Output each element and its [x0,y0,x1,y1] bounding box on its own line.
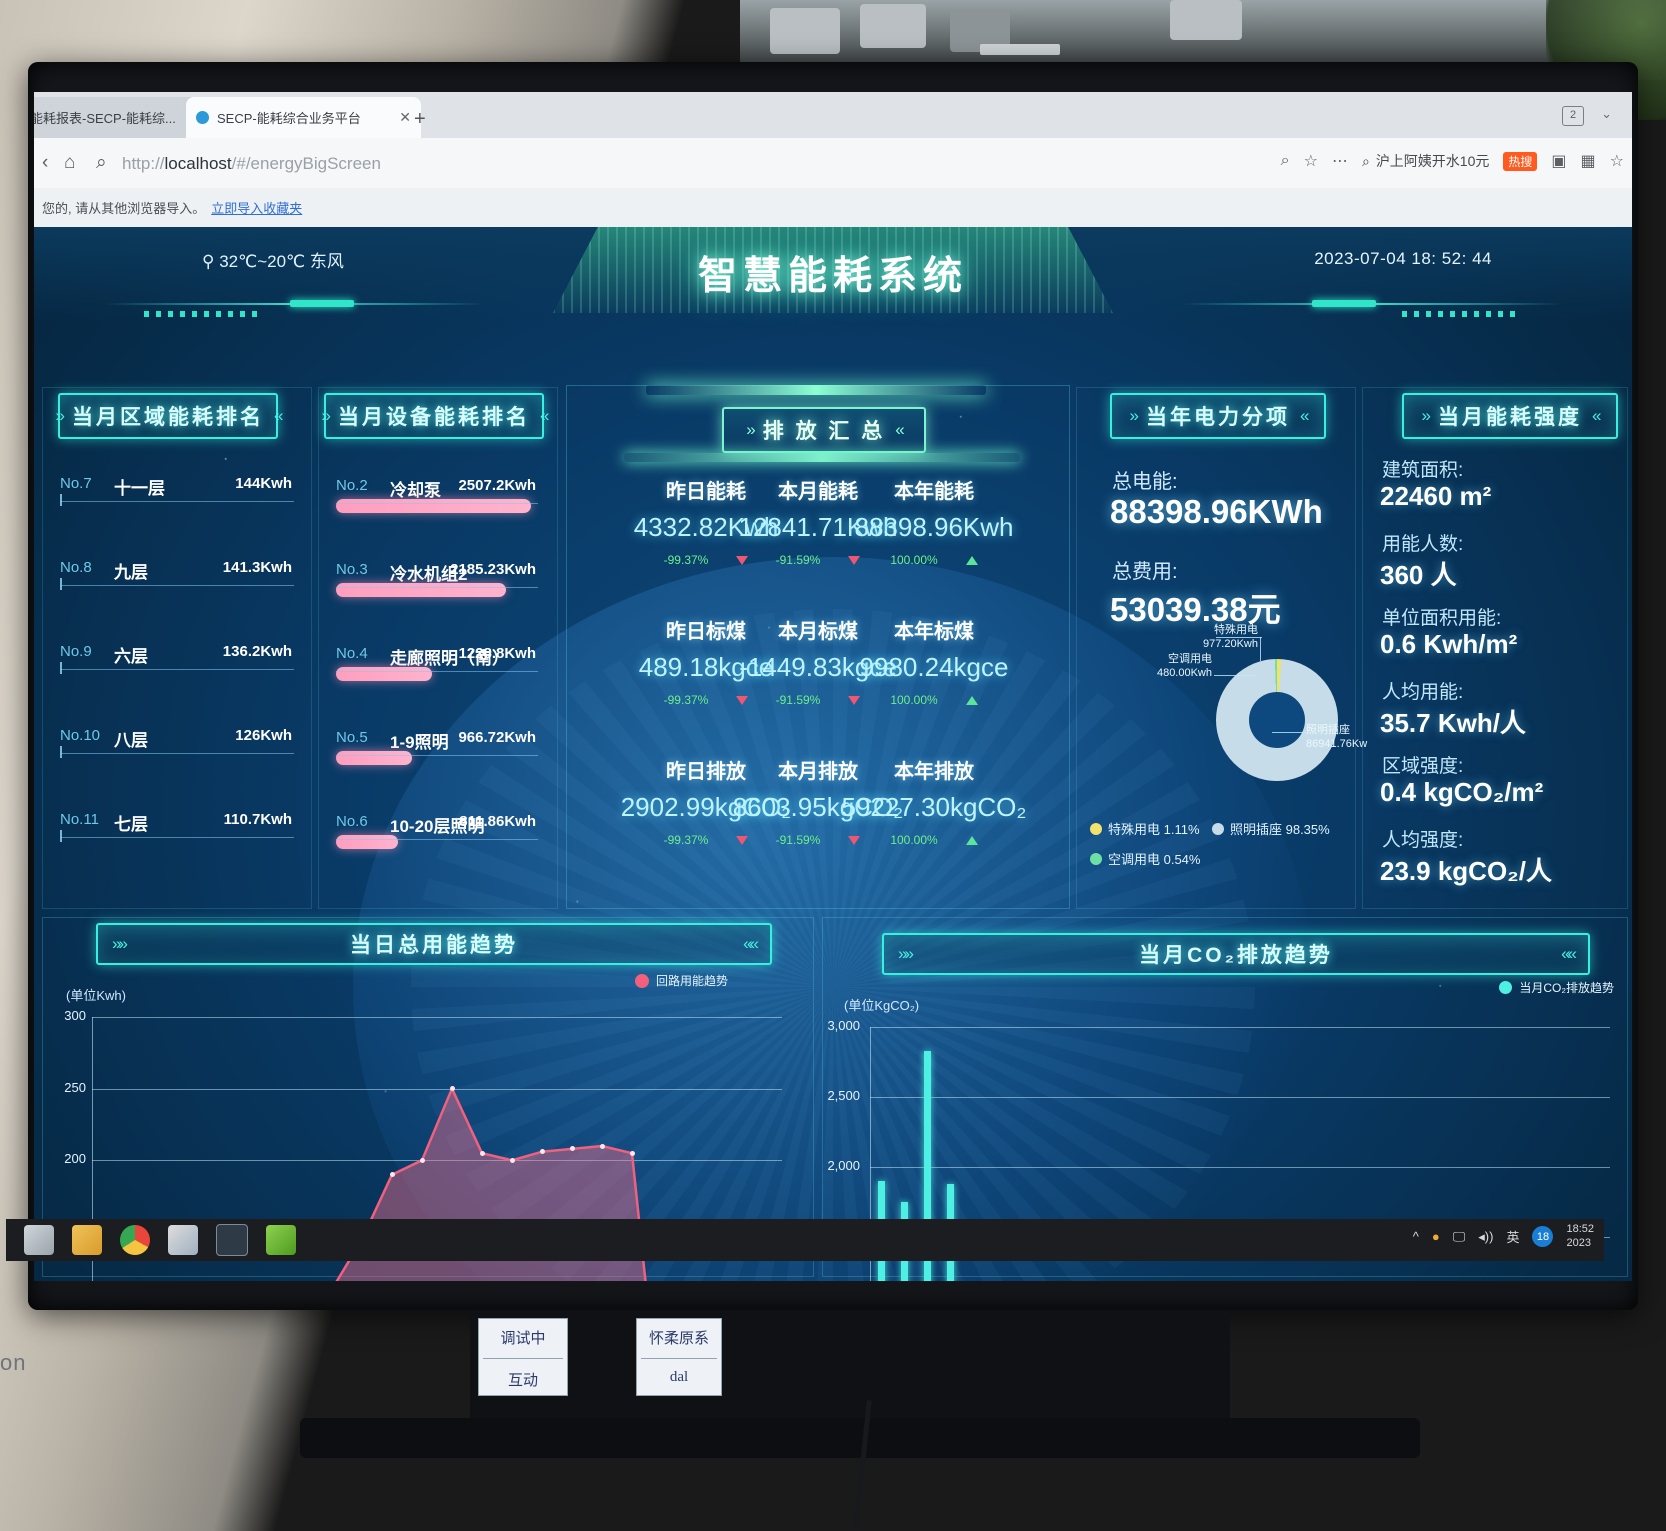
task-view-icon[interactable] [24,1225,54,1255]
home-icon[interactable]: ⌂ [64,152,75,174]
system-tray: ^ ● 🖵 ◂)) 英 18 18:52 2023 [1413,1223,1594,1251]
water-drop-icon [196,111,209,124]
browser-tab-title: SECP-能耗综合业务平台 [217,111,361,126]
browser-tab-title: 热水能耗报表-SECP-能耗综... [34,111,176,126]
y-axis-tick: 2,500 [827,1088,860,1103]
monitor-brand: on [0,1350,27,1375]
monitor-stand [470,1310,1230,1430]
terminal-icon[interactable] [216,1224,248,1256]
new-tab-button[interactable]: + [414,108,426,131]
url-path: /#/energyBigScreen [231,154,381,173]
gridline [870,1097,1610,1098]
bookmark-star-icon[interactable]: ☆ [1304,151,1318,171]
close-tab-icon[interactable]: ✕ [399,109,411,126]
tray-notification-badge[interactable]: 18 [1532,1226,1554,1248]
hot-badge[interactable]: 热搜 [1503,151,1538,171]
url-host: localhost [164,154,232,173]
monitor-base [300,1418,1420,1458]
app-icon[interactable] [266,1225,296,1255]
browser-tab-active[interactable]: SECP-能耗综合业务平台 ✕ [186,97,421,138]
sidebar-toggle-icon[interactable]: ▣ [1551,151,1566,171]
y-axis-tick: 3,000 [827,1018,860,1033]
photo-scene: 热水能耗报表-SECP-能耗综... ✕ SECP-能耗综合业务平台 ✕ + 2… [0,0,1666,1531]
chevron-down-icon[interactable]: ⌄ [1601,106,1612,122]
search-icon: ⌕ [1361,152,1370,169]
tray-network-icon[interactable]: 🖵 [1453,1229,1466,1245]
sticky-note-2: 怀柔原系 dal [636,1318,722,1396]
favorite-icon[interactable]: ☆ [1610,151,1624,171]
co2-chart: 3,0002,5002,0001,5001,00050000日1日2日3日4日5… [34,227,1632,1281]
sticky-note-2-line2: dal [669,1369,689,1385]
file-explorer-icon[interactable] [72,1225,102,1255]
apps-grid-icon[interactable]: ▦ [1581,151,1596,171]
search-icon: ⌕ [96,152,107,173]
tray-language-indicator[interactable]: 英 [1506,1227,1519,1246]
monitor-bezel: 热水能耗报表-SECP-能耗综... ✕ SECP-能耗综合业务平台 ✕ + 2… [28,62,1638,1310]
tray-shield-icon[interactable]: ● [1432,1229,1440,1244]
tray-clock-date: 2023 [1566,1236,1591,1249]
sticky-note-1-line1: 调试中 [500,1331,546,1347]
tray-chevron-up-icon[interactable]: ^ [1413,1229,1419,1244]
zoom-search-icon[interactable]: ⌕ [1281,152,1290,170]
y-axis-tick: 2,000 [827,1158,860,1173]
more-options-icon[interactable]: ⋯ [1332,151,1348,171]
import-notice-bar: 您的, 请从其他浏览器导入。 立即导入收藏夹 [34,188,1632,227]
sticky-note-1: 调试中 互动 [478,1318,568,1396]
tray-clock[interactable]: 18:52 2023 [1566,1223,1594,1251]
notice-text: 您的, 请从其他浏览器导入。 [42,201,206,216]
tray-clock-time: 18:52 [1566,1223,1594,1235]
sticky-note-2-line1: 怀柔原系 [648,1331,709,1347]
back-icon[interactable]: ‹ [42,152,48,174]
window-count-badge[interactable]: 2 [1562,106,1584,126]
sticky-note-1-line2: 互动 [507,1373,538,1389]
address-input[interactable]: http://localhost/#/energyBigScreen [122,154,381,174]
import-bookmarks-link[interactable]: 立即导入收藏夹 [211,198,302,217]
search-suggestion-text: 沪上阿姨开水10元 [1375,153,1490,169]
windows-taskbar: ^ ● 🖵 ◂)) 英 18 18:52 2023 [6,1219,1604,1261]
browser-tab-bar: 热水能耗报表-SECP-能耗综... ✕ SECP-能耗综合业务平台 ✕ + 2… [34,92,1632,138]
url-scheme: http:// [122,154,165,173]
browser-chrome: 热水能耗报表-SECP-能耗综... ✕ SECP-能耗综合业务平台 ✕ + 2… [34,92,1632,227]
energy-dashboard: 智慧能耗系统 ⚲ 32℃~20℃ 东风 2023-07-04 18: 52: 4… [34,227,1632,1281]
browser-toolbar-right: ⌕ ☆ ⋯ ⌕ 沪上阿姨开水10元 热搜 ▣ ▦ ☆ [1281,151,1624,171]
search-suggestion[interactable]: ⌕ 沪上阿姨开水10元 [1362,151,1489,171]
chrome-icon[interactable] [120,1225,150,1255]
gridline [870,1027,1610,1028]
monitor-screen: 热水能耗报表-SECP-能耗综... ✕ SECP-能耗综合业务平台 ✕ + 2… [34,92,1632,1281]
tray-volume-icon[interactable]: ◂)) [1478,1229,1493,1245]
gridline [870,1167,1610,1168]
store-icon[interactable] [168,1225,198,1255]
browser-url-bar: ‹ ⌂ ⌕ http://localhost/#/energyBigScreen… [34,138,1632,188]
